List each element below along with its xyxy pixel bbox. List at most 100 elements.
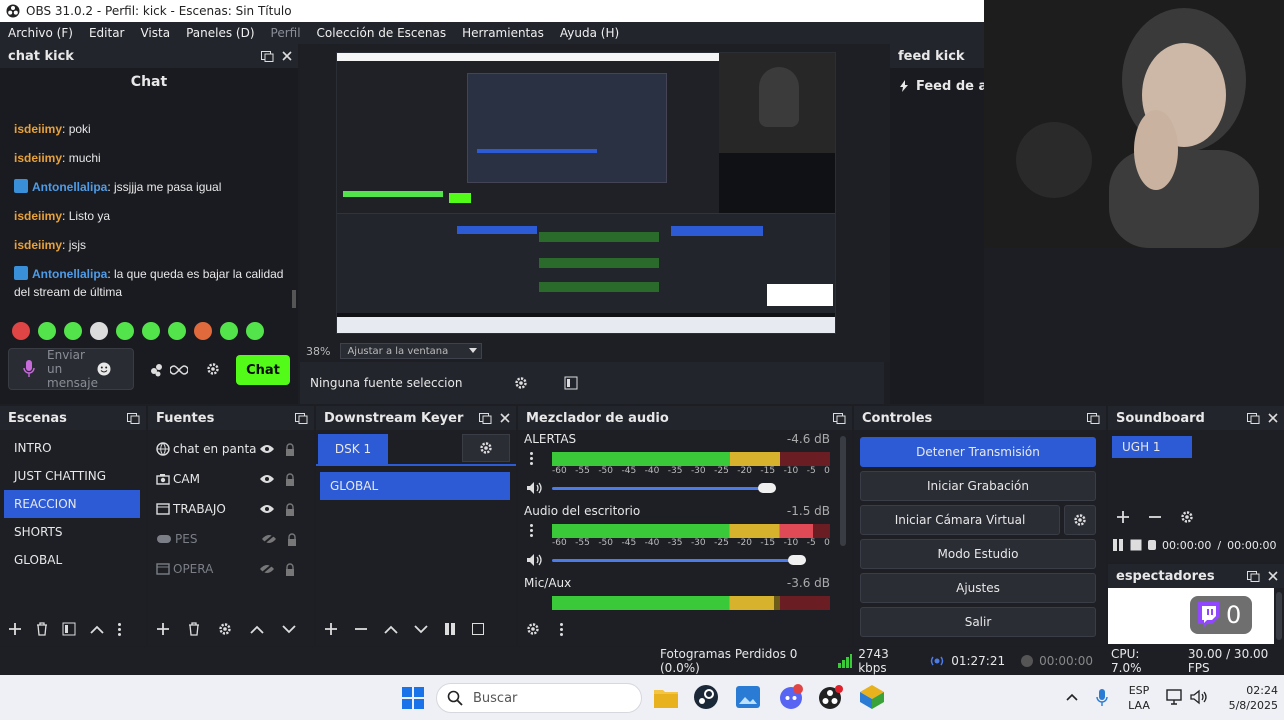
remove-dsk-icon[interactable]: [354, 627, 368, 631]
menu-ayuda[interactable]: Ayuda (H): [560, 26, 619, 40]
menu-archivo[interactable]: Archivo (F): [8, 26, 73, 40]
network-icon[interactable]: [1166, 689, 1184, 705]
mixer-scrollbar[interactable]: [840, 436, 846, 546]
menu-coleccion-escenas[interactable]: Colección de Escenas: [317, 26, 447, 40]
app-icon[interactable]: [860, 685, 884, 709]
scene-filters-icon[interactable]: [62, 622, 76, 636]
dsk-tab[interactable]: DSK 1: [318, 434, 388, 464]
pause-icon[interactable]: [444, 622, 456, 636]
channel-menu-icon[interactable]: [530, 524, 533, 537]
emote-icon[interactable]: [246, 322, 264, 340]
lock-icon[interactable]: [285, 502, 295, 516]
menu-paneles[interactable]: Paneles (D): [186, 26, 254, 40]
channel-menu-icon[interactable]: [530, 452, 533, 465]
close-icon[interactable]: [1268, 571, 1278, 581]
zoom-mode-select[interactable]: Ajustar a la ventana: [340, 343, 483, 359]
chat-username[interactable]: isdeiimy: [14, 238, 62, 252]
lock-icon[interactable]: [285, 472, 295, 486]
settings-button[interactable]: Ajustes: [860, 573, 1096, 603]
source-item[interactable]: TRABAJO: [148, 494, 314, 524]
eye-icon[interactable]: [259, 444, 275, 454]
menu-perfil[interactable]: Perfil: [271, 26, 301, 40]
scene-item-reaccion[interactable]: REACCION: [4, 490, 140, 518]
more-icon[interactable]: [560, 622, 563, 636]
volume-slider[interactable]: [552, 555, 806, 565]
chat-send-button[interactable]: Chat: [236, 355, 290, 385]
close-icon[interactable]: [282, 51, 292, 61]
remove-scene-icon[interactable]: [36, 622, 48, 636]
speaker-icon[interactable]: [526, 481, 542, 495]
emote-icon[interactable]: [90, 322, 108, 340]
undock-icon[interactable]: [1087, 412, 1100, 424]
eye-icon[interactable]: [259, 504, 275, 514]
discord-icon[interactable]: [778, 684, 804, 710]
volume-knob[interactable]: [758, 483, 776, 493]
undock-icon[interactable]: [127, 412, 140, 424]
emote-icon[interactable]: [116, 322, 134, 340]
emote-icon[interactable]: [220, 322, 238, 340]
emoji-icon[interactable]: [97, 362, 111, 376]
stop-icon[interactable]: [1130, 539, 1142, 551]
chat-input[interactable]: Enviar un mensaje: [8, 348, 134, 390]
more-icon[interactable]: [118, 622, 121, 636]
advanced-audio-icon[interactable]: [526, 622, 540, 636]
stop-icon[interactable]: [472, 623, 484, 635]
source-settings-icon[interactable]: [218, 622, 232, 636]
scene-item-intro[interactable]: INTRO: [4, 434, 140, 462]
eye-icon[interactable]: [259, 474, 275, 484]
eye-hidden-icon[interactable]: [261, 533, 277, 545]
source-item[interactable]: CAM: [148, 464, 314, 494]
exit-button[interactable]: Salir: [860, 607, 1096, 637]
undock-icon[interactable]: [479, 412, 492, 424]
volume-knob[interactable]: [788, 555, 806, 565]
sound-settings-icon[interactable]: [1180, 510, 1194, 524]
undock-icon[interactable]: [295, 412, 308, 424]
emote-icon[interactable]: [168, 322, 186, 340]
menu-herramientas[interactable]: Herramientas: [462, 26, 544, 40]
dsk-settings-button[interactable]: [462, 434, 510, 462]
taskbar-clock[interactable]: 02:24 5/8/2025: [1200, 683, 1278, 713]
preview-canvas[interactable]: [336, 52, 836, 334]
chat-username[interactable]: Antonellalipa: [32, 180, 107, 194]
remove-sound-icon[interactable]: [1148, 515, 1162, 519]
language-indicator[interactable]: ESP LAA: [1124, 683, 1154, 713]
undock-icon[interactable]: [1247, 570, 1260, 582]
chat-scrollbar[interactable]: [292, 290, 296, 308]
source-filters-icon[interactable]: [564, 376, 578, 390]
speaker-icon[interactable]: [526, 553, 542, 567]
emote-icon[interactable]: [38, 322, 56, 340]
close-icon[interactable]: [1268, 413, 1278, 423]
move-down-icon[interactable]: [414, 624, 428, 634]
remove-source-icon[interactable]: [188, 622, 200, 636]
chat-username[interactable]: isdeiimy: [14, 122, 62, 136]
move-down-icon[interactable]: [282, 624, 296, 634]
file-explorer-icon[interactable]: [654, 686, 678, 708]
move-up-icon[interactable]: [250, 625, 264, 634]
add-sound-icon[interactable]: [1116, 510, 1130, 524]
add-dsk-icon[interactable]: [324, 622, 338, 636]
chat-username[interactable]: isdeiimy: [14, 151, 62, 165]
add-source-icon[interactable]: [156, 622, 170, 636]
chat-username[interactable]: isdeiimy: [14, 209, 62, 223]
undock-icon[interactable]: [1247, 412, 1260, 424]
source-item[interactable]: chat en pantall: [148, 434, 314, 464]
soundboard-item[interactable]: UGH 1: [1112, 436, 1192, 458]
pause-icon[interactable]: [1112, 538, 1124, 552]
move-up-icon[interactable]: [384, 625, 398, 634]
viewers-scrollbar[interactable]: [1276, 592, 1282, 640]
start-recording-button[interactable]: Iniciar Grabación: [860, 471, 1096, 501]
stop-streaming-button[interactable]: Detener Transmisión: [860, 437, 1096, 467]
move-up-icon[interactable]: [90, 625, 104, 634]
menu-editar[interactable]: Editar: [89, 26, 125, 40]
emote-icon[interactable]: [142, 322, 160, 340]
add-scene-icon[interactable]: [8, 622, 22, 636]
steam-icon[interactable]: [694, 685, 718, 709]
microphone-icon[interactable]: [1096, 689, 1108, 707]
chat-username[interactable]: Antonellalipa: [32, 267, 107, 281]
emote-icon[interactable]: [194, 322, 212, 340]
studio-mode-button[interactable]: Modo Estudio: [860, 539, 1096, 569]
source-item[interactable]: OPERA: [148, 554, 314, 584]
mic-icon[interactable]: [23, 360, 35, 378]
chevron-up-icon[interactable]: [1066, 693, 1078, 701]
lock-icon[interactable]: [287, 532, 297, 546]
